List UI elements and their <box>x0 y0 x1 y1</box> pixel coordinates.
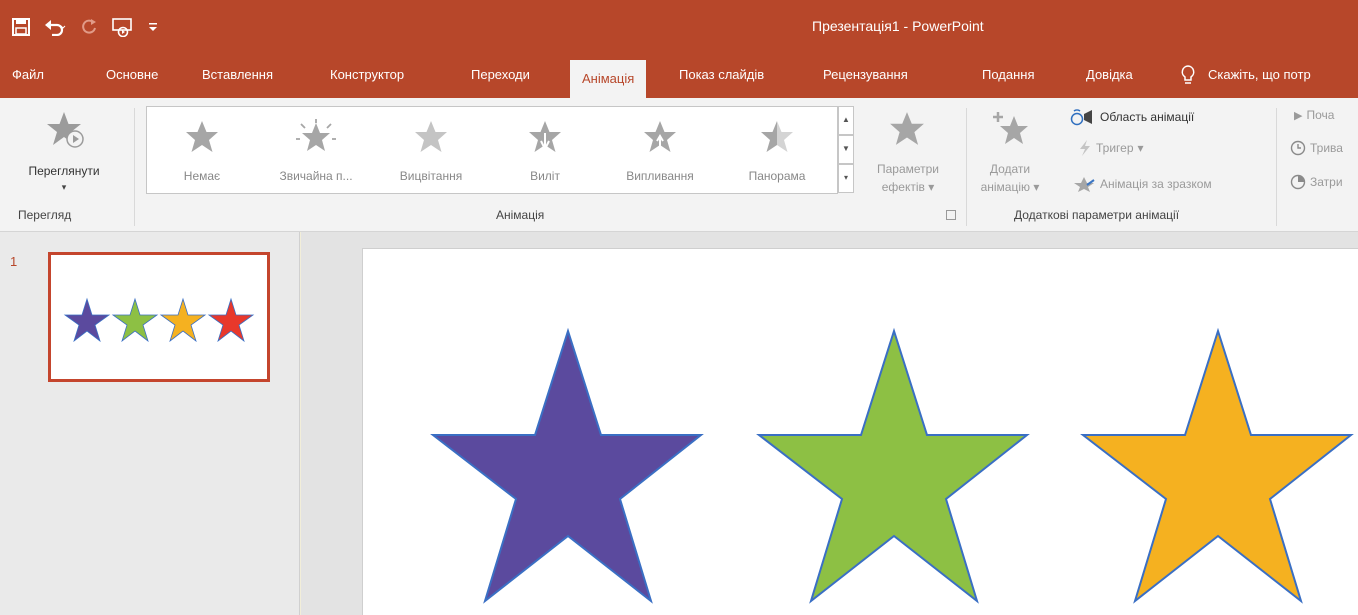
slide-stars <box>430 327 1354 604</box>
window-title: Презентація1 - PowerPoint <box>812 18 984 34</box>
star-purple[interactable] <box>430 327 704 604</box>
star-orange[interactable] <box>1080 327 1354 604</box>
start-from-beginning-icon[interactable] <box>112 17 134 37</box>
customize-qat-icon[interactable] <box>148 21 158 33</box>
slide-canvas[interactable] <box>362 248 1358 615</box>
star-float-icon <box>644 121 676 152</box>
save-icon[interactable] <box>12 18 30 36</box>
thumb-star-orange <box>159 297 207 343</box>
add-animation-label-1: Додати <box>989 162 1031 176</box>
chevron-down-icon: ▾ <box>61 182 67 192</box>
star-fly-icon <box>529 121 561 152</box>
add-animation-icon <box>992 110 1032 151</box>
gallery-down-button[interactable]: ▼ <box>838 135 854 164</box>
redo-icon[interactable] <box>80 18 98 36</box>
start-label: Поча <box>1306 108 1335 122</box>
animation-appear-label: Звичайна п... <box>279 169 353 183</box>
separator <box>134 108 135 226</box>
separator <box>966 108 967 226</box>
thumb-star-purple <box>63 297 111 343</box>
thumb-star-green <box>111 297 159 343</box>
quick-access-toolbar <box>12 14 158 40</box>
lightbulb-icon <box>1180 64 1196 86</box>
effect-options-label-1: Параметри <box>876 162 940 176</box>
animation-wipe[interactable]: Панорама <box>717 107 837 193</box>
animation-none-label: Немає <box>183 169 221 183</box>
tab-insert[interactable]: Вставлення <box>202 52 273 98</box>
star-green[interactable] <box>756 327 1030 604</box>
animation-none[interactable]: Немає <box>147 107 257 193</box>
duration-field[interactable]: Трива <box>1290 140 1343 156</box>
preview-star-icon <box>46 110 86 153</box>
tab-file[interactable]: Файл <box>12 52 44 98</box>
separator <box>1276 108 1277 226</box>
delay-field[interactable]: Затри <box>1290 174 1343 190</box>
effect-options-text: ефектів <box>881 180 925 194</box>
animation-fly-in[interactable]: Виліт <box>487 107 603 193</box>
gallery-scroll: ▲ ▼ ▾ <box>838 106 854 194</box>
preview-group-label: Перегляд <box>18 208 72 222</box>
trigger-button[interactable]: Тригер ▾ <box>1078 140 1144 156</box>
trigger-label: Тригер <box>1096 141 1134 155</box>
tab-design[interactable]: Конструктор <box>330 52 404 98</box>
star-wipe-icon <box>761 121 793 152</box>
slide-thumbnails-pane: 1 <box>0 232 300 615</box>
tab-slide-show[interactable]: Показ слайдів <box>679 52 764 98</box>
tab-review[interactable]: Рецензування <box>823 52 908 98</box>
animation-group-label: Анімація <box>496 208 545 222</box>
gallery-more-button[interactable]: ▾ <box>838 164 854 193</box>
animation-pane-button[interactable]: Область анімації <box>1070 108 1194 126</box>
undo-icon[interactable] <box>44 18 66 36</box>
advanced-group-label: Додаткові параметри анімації <box>1014 208 1180 222</box>
delay-clock-icon <box>1290 174 1306 190</box>
animation-painter-icon <box>1074 177 1095 192</box>
animation-pane-icon <box>1070 109 1092 126</box>
dialog-launcher-icon[interactable] <box>946 210 956 220</box>
animation-pane-label: Область анімації <box>1100 110 1195 124</box>
ribbon-tabs: Файл Основне Вставлення Конструктор Пере… <box>0 52 1358 98</box>
animation-gallery: Немає Звичайна п... Вицвітання Виліт Вип… <box>146 106 838 194</box>
effect-options-button[interactable]: Параметри ефектів ▾ <box>858 104 958 202</box>
star-burst-icon <box>296 119 336 151</box>
animation-fade-label: Вицвітання <box>399 169 463 183</box>
animation-painter-label: Анімація за зразком <box>1100 177 1212 191</box>
effect-options-label-2: ефектів ▾ <box>881 180 935 194</box>
preview-button[interactable]: Переглянути ▾ <box>2 104 126 204</box>
play-icon: ▶ <box>1294 109 1303 122</box>
animation-fade[interactable]: Вицвітання <box>375 107 487 193</box>
duration-label: Трива <box>1310 141 1343 155</box>
slide-thumbnail[interactable] <box>48 252 270 382</box>
animation-fly-in-label: Виліт <box>530 169 560 183</box>
gallery-up-button[interactable]: ▲ <box>838 106 854 135</box>
lightning-icon <box>1080 140 1090 156</box>
thumb-star-red <box>207 297 255 343</box>
tab-animations[interactable]: Анімація <box>570 60 647 98</box>
tab-help[interactable]: Довідка <box>1086 52 1133 98</box>
clock-icon <box>1290 140 1306 156</box>
tab-view[interactable]: Подання <box>982 52 1035 98</box>
title-bar: Презентація1 - PowerPoint <box>0 0 1358 52</box>
add-animation-label-2: анімацію ▾ <box>980 180 1040 194</box>
delay-label: Затри <box>1310 175 1343 189</box>
star-fade-icon <box>415 121 447 152</box>
tab-transitions[interactable]: Переходи <box>471 52 530 98</box>
animation-appear[interactable]: Звичайна п... <box>257 107 375 193</box>
effect-options-star-icon <box>888 110 926 151</box>
star-none-icon <box>186 121 218 152</box>
tab-home[interactable]: Основне <box>106 52 158 98</box>
start-dropdown[interactable]: ▶ Поча <box>1294 108 1334 122</box>
ribbon: Переглянути ▾ Перегляд Немає Звичайна п.… <box>0 98 1358 232</box>
animation-float-in[interactable]: Випливання <box>603 107 717 193</box>
tell-me-input[interactable]: Скажіть, що потр <box>1208 52 1311 98</box>
add-animation-text: анімацію <box>980 180 1031 194</box>
animation-float-in-label: Випливання <box>626 169 694 183</box>
animation-wipe-label: Панорама <box>748 169 806 183</box>
preview-label: Переглянути <box>28 164 100 178</box>
animation-painter-button[interactable]: Анімація за зразком <box>1074 176 1212 192</box>
slide-number: 1 <box>10 254 18 269</box>
add-animation-button[interactable]: Додати анімацію ▾ <box>974 104 1046 202</box>
thumbnail-stars <box>63 297 255 343</box>
